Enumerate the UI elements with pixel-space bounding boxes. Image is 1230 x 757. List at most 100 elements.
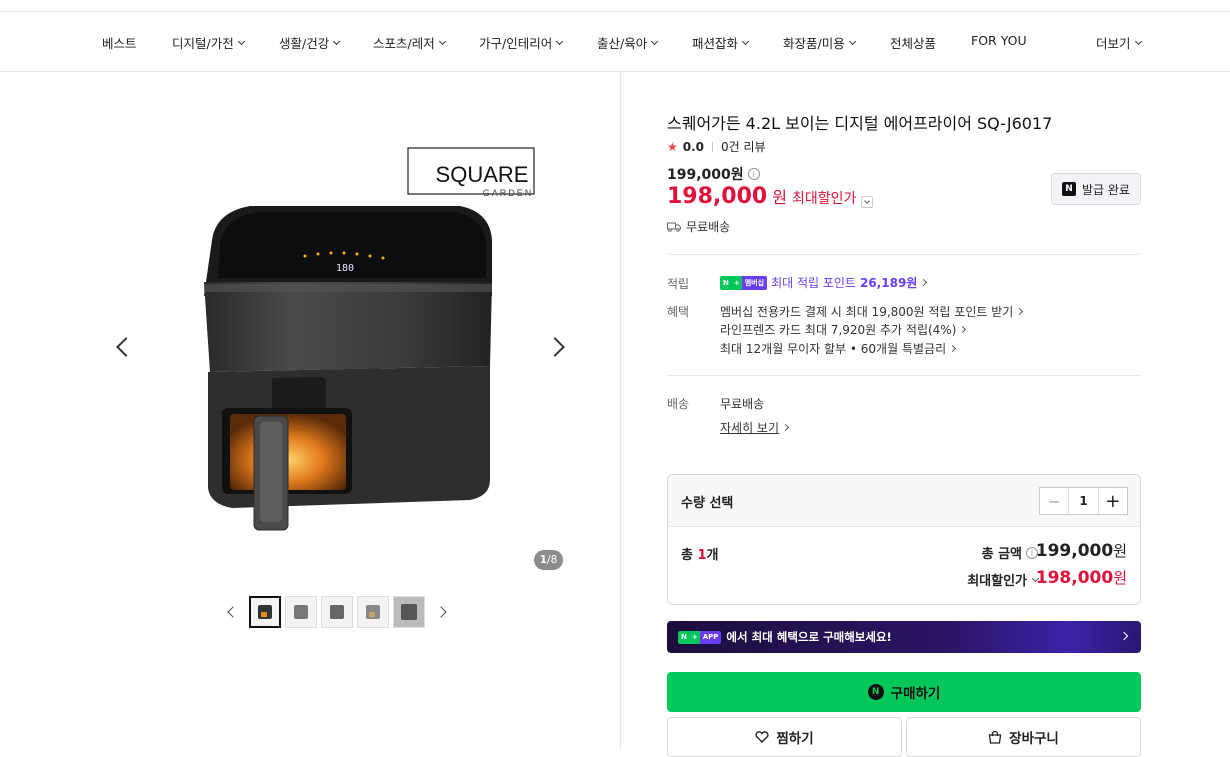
delivery-value: 무료배송 xyxy=(720,397,765,411)
count-prefix: 총 xyxy=(681,548,698,563)
sale-price-label: 최대할인가 xyxy=(791,191,857,207)
chevron-down-icon xyxy=(237,37,245,45)
thumb-image xyxy=(330,605,344,619)
truck-icon xyxy=(667,222,681,232)
counter-current: 1 xyxy=(539,554,548,566)
nav-item-sports[interactable]: 스포츠/레저 xyxy=(373,33,446,52)
chevron-down-icon[interactable] xyxy=(861,196,874,208)
thumbnail-4[interactable] xyxy=(357,596,389,628)
thumb-image xyxy=(366,605,380,619)
nav-item-all[interactable]: 전체상품 xyxy=(890,33,936,52)
nav-label: 스포츠/레저 xyxy=(373,36,435,51)
chevron-down-icon xyxy=(333,37,341,45)
plus-button[interactable]: + xyxy=(1099,488,1127,514)
quantity-stepper: − 1 + xyxy=(1039,487,1128,515)
thumb-image xyxy=(258,605,272,619)
buy-label: 구매하기 xyxy=(890,686,941,702)
product-gallery: SQUARE GARDEN 180 1/8 xyxy=(0,72,620,750)
benefit-line-3[interactable]: 최대 12개월 무이자 할부 • 60개월 특별금리 xyxy=(720,340,957,357)
naver-n-icon: N xyxy=(867,684,884,700)
buy-button[interactable]: N 구매하기 xyxy=(667,672,1141,712)
total-value: 199,000원 xyxy=(1036,540,1127,561)
badge-plus: + xyxy=(689,630,700,644)
category-nav: 베스트 디지털/가전 생활/건강 스포츠/레저 가구/인테리어 출산/육아 패션… xyxy=(0,12,1230,72)
total-label: 총 금액 i xyxy=(982,543,1038,562)
nav-more[interactable]: 더보기 xyxy=(1096,33,1142,52)
points-row[interactable]: N + 멤버십 최대 적립 포인트 26,189원 xyxy=(720,274,928,291)
quantity-header: 수량 선택 − 1 + xyxy=(668,475,1140,527)
count-suffix: 개 xyxy=(706,548,719,563)
nav-item-living[interactable]: 생활/건강 xyxy=(279,33,341,52)
nav-item-fashion[interactable]: 패션잡화 xyxy=(692,33,750,52)
total-amount: 199,000 xyxy=(1035,541,1114,561)
thumbnail-3[interactable] xyxy=(321,596,353,628)
info-icon[interactable]: i xyxy=(747,168,760,180)
nav-label: 베스트 xyxy=(102,36,137,51)
logo-text: SQUARE xyxy=(436,162,529,187)
rating-score: 0.0 xyxy=(682,139,705,154)
badge-plus: + xyxy=(731,275,742,290)
nav-label: 가구/인테리어 xyxy=(479,36,553,51)
badge-membership: 멤버십 xyxy=(741,275,768,290)
shipping-row: 무료배송 xyxy=(667,218,730,235)
nav-item-foryou[interactable]: FOR YOU xyxy=(971,33,1027,48)
minus-button[interactable]: − xyxy=(1040,488,1068,514)
shipping-text: 무료배송 xyxy=(686,220,731,234)
wishlist-button[interactable]: 찜하기 xyxy=(667,717,902,757)
chevron-right-icon xyxy=(1016,307,1024,316)
nav-item-furniture[interactable]: 가구/인테리어 xyxy=(479,33,564,52)
shopping-bag-icon xyxy=(988,730,1002,744)
coupon-button[interactable]: N 발급 완료 xyxy=(1051,173,1141,205)
quantity-input[interactable]: 1 xyxy=(1068,488,1099,514)
thumbnail-1[interactable] xyxy=(249,596,281,628)
thumb-image xyxy=(294,605,308,619)
divider xyxy=(667,254,1141,255)
chevron-down-icon xyxy=(741,37,750,45)
nav-label: 화장품/미용 xyxy=(783,36,845,51)
original-price-value: 199,000원 xyxy=(667,167,744,183)
points-label: 적립 xyxy=(667,277,690,291)
original-price: 199,000원 i xyxy=(667,164,760,184)
points-text: 최대 적립 포인트 xyxy=(771,276,856,290)
nav-item-best[interactable]: 베스트 xyxy=(102,33,137,52)
sale-price: 198,000 원 최대할인가 xyxy=(667,184,874,209)
badge-n: N xyxy=(678,630,690,644)
total-unit: 원 xyxy=(1113,542,1127,560)
chevron-right-icon xyxy=(781,423,790,432)
delivery-detail-link[interactable]: 자세히 보기 xyxy=(720,419,790,436)
review-count[interactable]: 0건 리뷰 xyxy=(721,138,766,155)
heart-icon xyxy=(755,731,769,743)
cart-button[interactable]: 장바구니 xyxy=(906,717,1141,757)
badge-app: APP xyxy=(699,630,722,644)
total-label-text: 총 금액 xyxy=(981,547,1022,562)
brand-logo: SQUARE GARDEN xyxy=(407,147,535,198)
product-image: SQUARE GARDEN 180 xyxy=(204,147,535,531)
max-label-text: 최대할인가 xyxy=(967,574,1027,589)
separator xyxy=(712,141,714,152)
max-unit: 원 xyxy=(1113,569,1127,587)
detail-link-text: 자세히 보기 xyxy=(720,421,780,435)
thumbnail-2[interactable] xyxy=(285,596,317,628)
nav-label: 더보기 xyxy=(1096,36,1131,51)
item-count: 총 1개 xyxy=(681,544,719,563)
thumb-prev-icon[interactable] xyxy=(227,606,239,618)
max-discount-label[interactable]: 최대할인가 xyxy=(967,570,1040,589)
sale-price-value: 198,000 xyxy=(667,184,768,209)
nav-item-baby[interactable]: 출산/육아 xyxy=(597,33,659,52)
thumb-next-icon[interactable] xyxy=(435,606,447,618)
image-counter: 1/8 xyxy=(534,550,563,570)
count-number: 1 xyxy=(697,548,707,563)
thumbnail-5[interactable] xyxy=(393,596,425,628)
rating-row: ★ 0.0 0건 리뷰 xyxy=(667,138,766,155)
benefit-line-1[interactable]: 멤버십 전용카드 결제 시 최대 19,800원 적립 포인트 받기 xyxy=(720,303,1024,320)
benefit-line-2[interactable]: 라인프렌즈 카드 최대 7,920원 추가 적립(4%) xyxy=(720,321,967,338)
nav-item-beauty[interactable]: 화장품/미용 xyxy=(783,33,856,52)
quantity-summary: 총 1개 총 금액 i 199,000원 최대할인가 198,000원 xyxy=(668,527,1140,604)
top-strip xyxy=(0,0,1230,12)
nav-item-digital[interactable]: 디지털/가전 xyxy=(172,33,245,52)
counter-total: /8 xyxy=(547,554,558,566)
app-promo-banner[interactable]: N + APP 에서 최대 혜택으로 구매해보세요! xyxy=(667,621,1141,653)
max-amount: 198,000 xyxy=(1035,568,1114,588)
app-badge: N + APP xyxy=(678,630,722,644)
chevron-right-icon xyxy=(1119,631,1129,641)
